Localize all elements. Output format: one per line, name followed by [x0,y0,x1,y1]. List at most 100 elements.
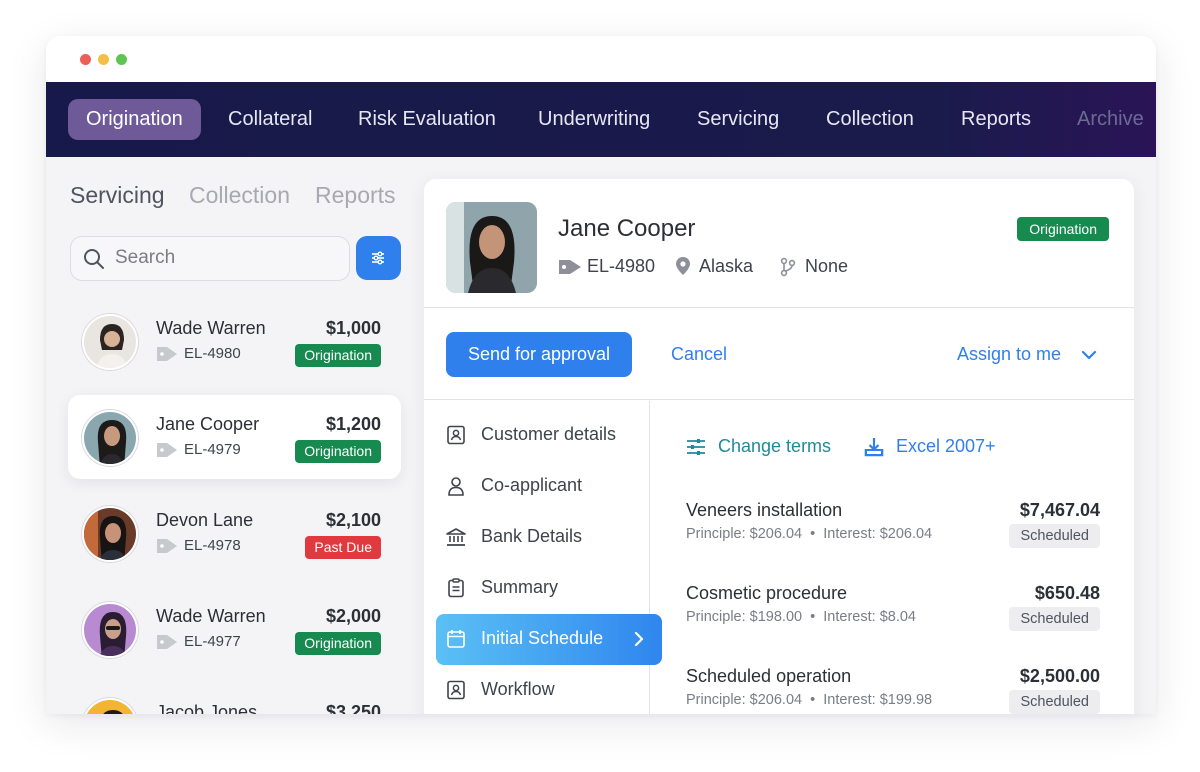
nav-risk-evaluation[interactable]: Risk Evaluation [340,99,514,140]
menu-workflow[interactable]: Workflow [436,665,662,714]
nav-underwriting[interactable]: Underwriting [520,99,668,140]
filter-button[interactable] [356,236,401,280]
profile-id: EL-4980 [587,256,656,276]
subtab-reports[interactable]: Reports [315,182,396,209]
status-badge: Origination [295,344,381,367]
contact-card-icon [447,680,465,700]
nav-servicing[interactable]: Servicing [679,99,797,140]
chevron-down-icon[interactable] [1081,349,1097,361]
menu-label: Workflow [481,679,555,699]
client-name: Devon Lane [156,510,254,530]
close-window-dot[interactable] [80,54,91,65]
top-nav: Origination Collateral Risk Evaluation U… [46,82,1156,157]
excel-export-button[interactable]: Excel 2007+ [864,436,996,457]
tag-icon [157,635,177,649]
menu-label: Bank Details [481,526,583,546]
schedule-item-title: Veneers installation [686,500,843,520]
nav-reports[interactable]: Reports [943,99,1049,140]
client-card-selected[interactable]: Jane Cooper EL-4979 $1,200 Origination [68,395,401,479]
client-name: Wade Warren [156,606,266,626]
profile-name: Jane Cooper [558,215,696,242]
schedule-item-amount: $2,500.00 [1019,666,1100,686]
schedule-item-title: Cosmetic procedure [686,583,848,603]
search-icon [84,249,104,269]
profile-location: Alaska [699,256,754,276]
location-pin-icon [676,257,690,275]
menu-label: Co-applicant [481,475,583,495]
menu-summary[interactable]: Summary [436,563,662,614]
schedule-status-badge: Scheduled [1009,607,1100,631]
client-amount: $1,000 [325,318,381,338]
menu-bank-details[interactable]: Bank Details [436,512,662,563]
client-card[interactable]: Wade Warren EL-4980 $1,000 Origination [68,299,401,383]
schedule-item-title: Scheduled operation [686,666,852,686]
assign-to-me-button[interactable]: Assign to me [957,344,1061,365]
schedule-item-details: Principle: $206.04 • Interest: $199.98 [686,692,933,708]
excel-label: Excel 2007+ [896,436,996,456]
client-name: Wade Warren [156,318,266,338]
divider [424,307,1134,308]
tag-icon [157,539,177,553]
client-name: Jane Cooper [156,414,260,434]
tag-icon [559,260,581,274]
profile-status-badge: Origination [1017,217,1109,241]
search-input[interactable] [115,237,335,279]
sliders-icon [372,251,384,265]
schedule-item-amount: $7,467.04 [1019,500,1100,520]
chevron-right-icon [634,631,644,647]
search-box [70,236,350,281]
cancel-button[interactable]: Cancel [671,344,727,365]
status-badge: Origination [295,440,381,463]
client-list-panel: Servicing Collection Reports Search Wade… [46,157,424,714]
branch-icon [780,257,796,277]
client-card[interactable]: Jacob Jones $3,250 [68,683,401,714]
change-terms-button[interactable]: Change terms [686,436,831,457]
download-icon [864,438,884,457]
menu-co-applicant[interactable]: Co-applicant [436,461,662,512]
profile-photo [446,202,537,293]
menu-customer-details[interactable]: Customer details [436,410,662,461]
divider [424,399,1134,400]
client-id: EL-4979 [184,441,241,458]
send-for-approval-button[interactable]: Send for approval [446,332,632,377]
client-amount: $3,250 [325,702,381,714]
maximize-window-dot[interactable] [116,54,127,65]
nav-collection[interactable]: Collection [808,99,932,140]
client-detail-panel: Jane Cooper EL-4980 Alaska None Originat… [424,179,1134,714]
nav-origination[interactable]: Origination [68,99,201,140]
sliders-icon [687,439,705,455]
change-terms-label: Change terms [718,436,832,456]
menu-label: Customer details [481,424,617,444]
client-card[interactable]: Devon Lane EL-4978 $2,100 Past Due [68,491,401,575]
bank-icon [446,528,466,546]
client-id: EL-4977 [184,633,241,650]
schedule-item-details: Principle: $198.00 • Interest: $8.04 [686,609,916,625]
subtab-collection[interactable]: Collection [189,182,290,209]
avatar [82,698,138,714]
client-amount: $1,200 [325,414,381,434]
avatar [82,602,138,658]
client-card[interactable]: Wade Warren EL-4977 $2,000 Origination [68,587,401,671]
minimize-window-dot[interactable] [98,54,109,65]
menu-label: Summary [481,577,559,597]
nav-collateral[interactable]: Collateral [210,99,330,140]
profile-branch: None [805,256,849,276]
subtab-servicing[interactable]: Servicing [70,182,165,209]
menu-initial-schedule[interactable]: Initial Schedule [436,614,662,665]
menu-label: Initial Schedule [481,628,604,648]
nav-archive[interactable]: Archive [1059,99,1156,140]
tag-icon [157,347,177,361]
clipboard-icon [448,578,464,598]
client-id: EL-4980 [184,345,241,362]
tag-icon [157,443,177,457]
contact-card-icon [447,425,465,445]
avatar [82,314,138,370]
calendar-icon [447,630,465,648]
schedule-status-badge: Scheduled [1009,690,1100,714]
status-badge: Origination [295,632,381,655]
status-badge: Past Due [305,536,381,559]
client-id: EL-4978 [184,537,241,554]
client-amount: $2,100 [325,510,381,530]
detail-side-menu: Customer details Co-applicant Bank Detai… [424,401,662,714]
client-amount: $2,000 [325,606,381,626]
